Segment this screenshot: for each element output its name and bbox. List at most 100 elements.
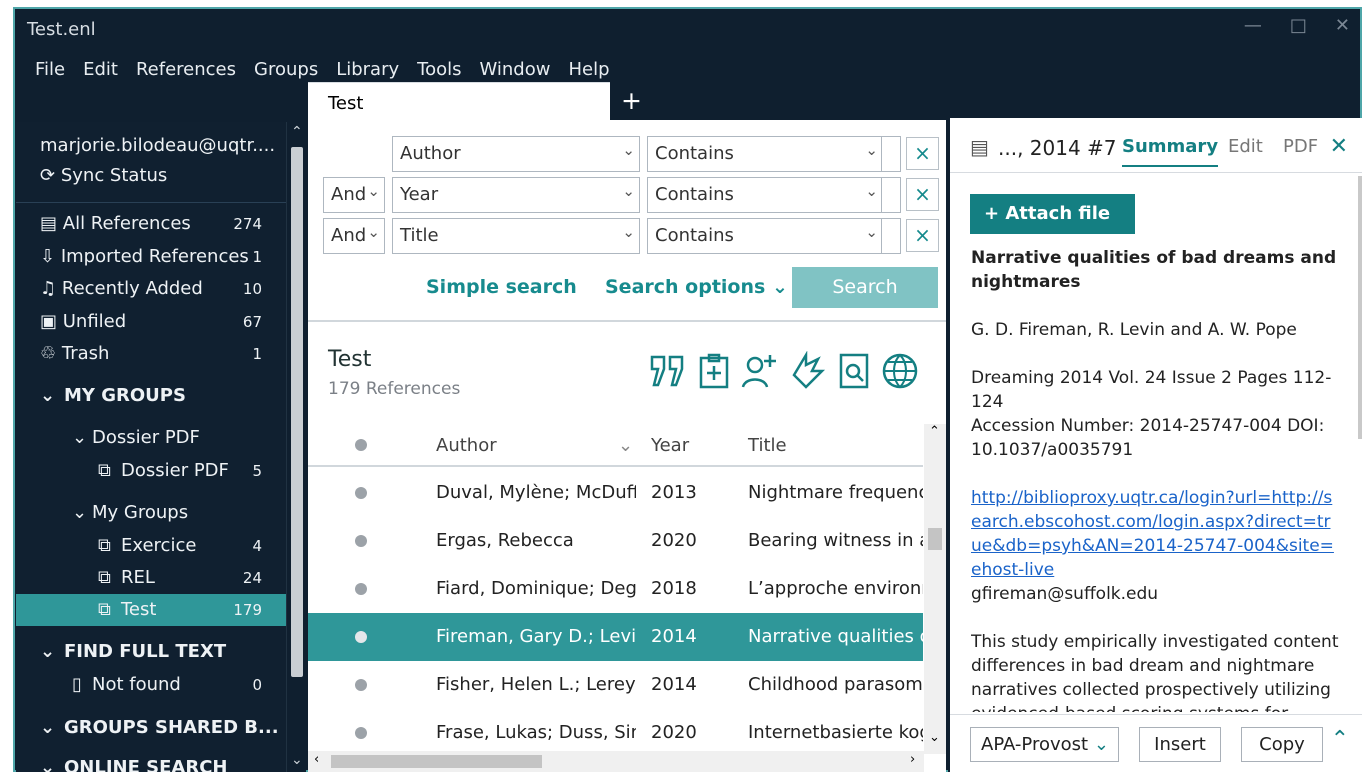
group-test-selected[interactable]: ⧉ Test 179	[16, 594, 286, 626]
author-list: G. D. Fireman, R. Levin and A. W. Pope	[971, 320, 1297, 340]
title-column[interactable]: Title	[748, 435, 787, 456]
copy-button[interactable]: Copy	[1241, 727, 1323, 762]
globe-icon[interactable]	[880, 351, 920, 391]
sidebar-item-unfiled[interactable]: ▣ Unfiled 67	[16, 306, 286, 338]
group-set-dossier-pdf[interactable]: ⌄ Dossier PDF	[16, 422, 286, 454]
scrollbar-thumb[interactable]	[291, 147, 303, 677]
status-column-icon[interactable]	[355, 439, 367, 451]
section-groups-shared[interactable]: ⌄ GROUPS SHARED B...	[16, 712, 286, 744]
find-full-text-icon[interactable]	[834, 351, 874, 391]
chevron-up-icon[interactable]: ⌃	[1331, 727, 1349, 752]
scrollbar-thumb[interactable]	[331, 755, 542, 768]
section-find-full-text[interactable]: ⌄ FIND FULL TEXT	[16, 636, 286, 668]
add-tab-icon[interactable]: +	[621, 86, 642, 115]
table-row[interactable]: Fisher, Helen L.; Lereya,... 2014 Childhoo…	[308, 661, 923, 709]
table-row[interactable]: Duval, Mylène; McDuff,... 2013 Nightmare f…	[308, 469, 923, 517]
scroll-right-icon[interactable]: ›	[910, 752, 915, 767]
section-my-groups[interactable]: ⌄ MY GROUPS	[16, 380, 286, 412]
journal-info: Dreaming 2014 Vol. 24 Issue 2 Pages 112-…	[971, 368, 1332, 412]
summary-scrollbar[interactable]	[1358, 176, 1362, 439]
account-name[interactable]: marjorie.bilodeau@uqtr....	[40, 135, 275, 156]
sidebar-item-all-references[interactable]: ▤ All References 274	[16, 208, 286, 240]
connector-select[interactable]: And ⌄	[323, 218, 385, 254]
scroll-up-icon[interactable]: ⌃	[291, 124, 303, 140]
group-not-found[interactable]: ▯ Not found 0	[16, 669, 286, 701]
group-label: Not found	[92, 674, 181, 695]
close-button[interactable]: ✕	[1335, 15, 1350, 36]
year-column[interactable]: Year	[651, 435, 689, 456]
scrollbar-thumb[interactable]	[928, 528, 942, 550]
search-options-link[interactable]: Search options ⌄	[605, 276, 788, 298]
add-row-button[interactable]	[881, 177, 901, 213]
menu-references[interactable]: References	[136, 59, 236, 80]
chevron-down-icon: ⌄	[367, 182, 380, 200]
group-set-my-groups[interactable]: ⌄ My Groups	[16, 497, 286, 529]
maximize-button[interactable]: □	[1290, 15, 1307, 36]
menu-file[interactable]: File	[35, 59, 65, 80]
menu-help[interactable]: Help	[568, 59, 609, 80]
tab-edit[interactable]: Edit	[1228, 136, 1263, 157]
year-cell: 2014	[651, 626, 697, 647]
sidebar-item-label: Recently Added	[61, 278, 203, 299]
table-horizontal-scrollbar[interactable]: ‹ ›	[308, 751, 924, 772]
add-reference-icon[interactable]	[694, 351, 734, 391]
sidebar-item-imported-references[interactable]: ⇩ Imported References 1	[16, 241, 286, 273]
attach-file-button[interactable]: + Attach file	[970, 194, 1135, 234]
sync-status[interactable]: ⟳ Sync Status	[40, 165, 167, 186]
scroll-up-icon[interactable]: ⌃	[929, 424, 940, 439]
section-label: ONLINE SEARCH	[64, 757, 228, 772]
url-link[interactable]: http://biblioproxy.uqtr.ca/login?url=htt…	[971, 486, 1341, 582]
simple-search-link[interactable]: Simple search	[426, 276, 577, 298]
operator-select[interactable]: Contains ⌄	[647, 136, 883, 172]
table-row[interactable]: Fiard, Dominique; Deg... 2018 L’approche e…	[308, 565, 923, 613]
tab-test[interactable]: Test	[308, 82, 610, 122]
add-row-button[interactable]	[881, 218, 901, 254]
table-row-selected[interactable]: Fireman, Gary D.; Levin,... 2014 Narrative…	[308, 613, 923, 661]
read-status-icon	[355, 583, 367, 595]
scroll-left-icon[interactable]: ‹	[314, 752, 319, 767]
sort-chevron-icon[interactable]: ⌄	[618, 435, 633, 456]
menu-window[interactable]: Window	[480, 59, 551, 80]
menu-groups[interactable]: Groups	[254, 59, 318, 80]
scroll-down-icon[interactable]: ⌄	[291, 752, 303, 768]
group-exercice[interactable]: ⧉ Exercice 4	[16, 530, 286, 562]
table-row[interactable]: Frase, Lukas; Duss, Sim... 2020 Internetba…	[308, 709, 923, 757]
group-icon: ⧉	[98, 599, 111, 620]
group-dossier-pdf[interactable]: ⧉ Dossier PDF 5	[16, 455, 286, 487]
scroll-down-icon[interactable]: ⌄	[929, 730, 940, 745]
add-row-button[interactable]	[881, 136, 901, 172]
tab-pdf[interactable]: PDF	[1283, 136, 1318, 157]
citation-style-select[interactable]: APA-Provost ⌄	[970, 727, 1119, 762]
operator-select[interactable]: Contains ⌄	[647, 218, 883, 254]
author-column[interactable]: Author	[436, 435, 497, 456]
author-cell: Duval, Mylène; McDuff,...	[436, 482, 636, 503]
field-select[interactable]: Author ⌄	[392, 136, 640, 172]
tab-summary[interactable]: Summary	[1122, 136, 1219, 167]
operator-select[interactable]: Contains ⌄	[647, 177, 883, 213]
group-count: 0	[252, 676, 262, 694]
connector-select[interactable]: And ⌄	[323, 177, 385, 213]
minimize-button[interactable]: —	[1244, 15, 1262, 36]
close-panel-icon[interactable]: ✕	[1330, 134, 1348, 159]
field-select[interactable]: Year ⌄	[392, 177, 640, 213]
sidebar-item-recently-added[interactable]: ♫ Recently Added 10	[16, 273, 286, 305]
remove-row-icon[interactable]: ×	[906, 178, 939, 211]
section-online-search[interactable]: ⌄ ONLINE SEARCH	[16, 752, 286, 772]
export-icon[interactable]	[786, 351, 826, 391]
remove-row-icon[interactable]: ×	[906, 137, 939, 170]
sidebar-scrollbar[interactable]: ⌃ ⌄	[286, 122, 306, 772]
group-rel[interactable]: ⧉ REL 24	[16, 562, 286, 594]
share-user-icon[interactable]	[740, 351, 780, 391]
remove-row-icon[interactable]: ×	[906, 219, 939, 252]
sidebar-item-trash[interactable]: ♲ Trash 1	[16, 338, 286, 370]
quote-icon[interactable]	[648, 351, 688, 391]
field-select[interactable]: Title ⌄	[392, 218, 640, 254]
menu-tools[interactable]: Tools	[417, 59, 461, 80]
table-row[interactable]: Ergas, Rebecca 2020 Bearing witness in asy…	[308, 517, 923, 565]
group-label: Dossier PDF	[121, 460, 229, 481]
menu-edit[interactable]: Edit	[83, 59, 118, 80]
insert-button[interactable]: Insert	[1139, 727, 1221, 762]
menu-library[interactable]: Library	[336, 59, 399, 80]
table-vertical-scrollbar[interactable]: ⌃ ⌄	[924, 424, 946, 754]
search-button[interactable]: Search	[792, 267, 938, 308]
